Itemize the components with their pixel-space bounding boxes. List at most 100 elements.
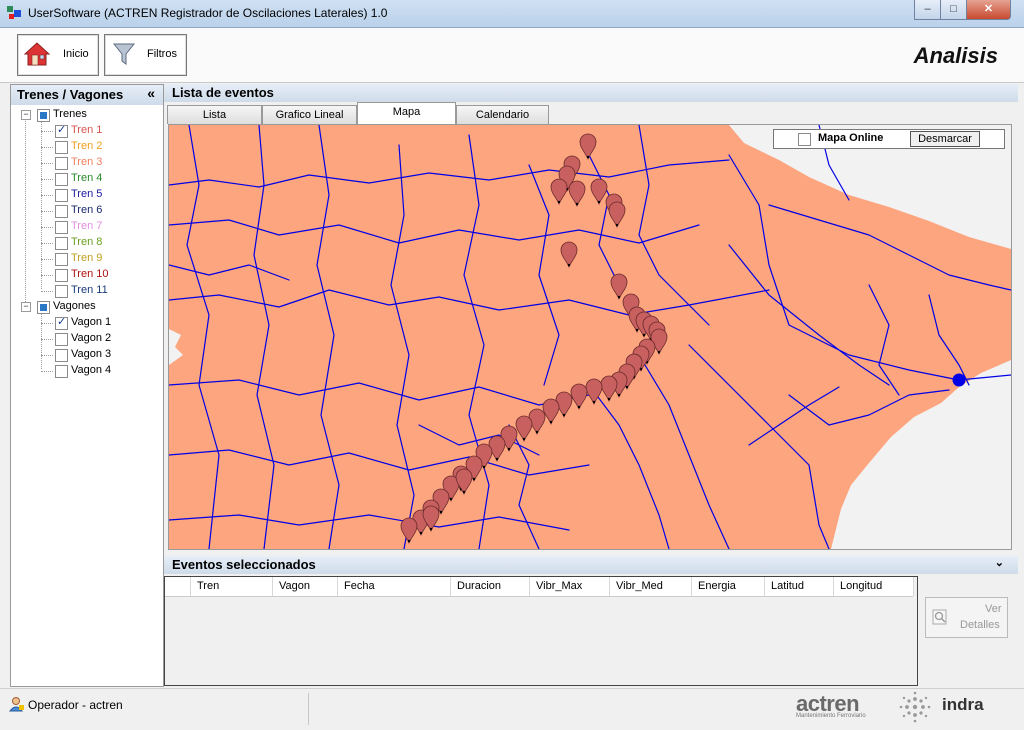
- vagones-checkbox[interactable]: [37, 301, 50, 314]
- close-button[interactable]: ✕: [966, 0, 1011, 20]
- expand-vagones-toggle[interactable]: −: [21, 302, 31, 312]
- item-checkbox[interactable]: [55, 333, 68, 346]
- tree-item-vagon-2[interactable]: Vagon 2: [55, 332, 155, 348]
- column-header-vagon[interactable]: Vagon: [273, 577, 338, 596]
- events-list-title: Lista de eventos: [172, 85, 274, 100]
- funnel-icon: [113, 43, 135, 65]
- events-list-header: Lista de eventos: [164, 84, 1018, 102]
- item-checkbox[interactable]: [55, 365, 68, 378]
- grid-header: Tren Vagon Fecha Duracion Vibr_Max Vibr_Med En…: [165, 577, 914, 597]
- minimize-button[interactable]: –: [914, 0, 941, 20]
- tree-item-label: Tren 2: [71, 140, 103, 152]
- operator-label: Operador - actren: [28, 698, 123, 712]
- tab-calendario[interactable]: Calendario: [456, 105, 549, 124]
- item-checkbox[interactable]: [55, 237, 68, 250]
- item-checkbox[interactable]: [55, 285, 68, 298]
- column-header-tren[interactable]: Tren: [191, 577, 273, 596]
- item-checkbox[interactable]: [55, 141, 68, 154]
- tree-item-label: Tren 8: [71, 236, 103, 248]
- magnifier-icon: [932, 609, 947, 625]
- desmarcar-button[interactable]: Desmarcar: [910, 131, 980, 147]
- column-header-vibr-max[interactable]: Vibr_Max: [530, 577, 610, 596]
- item-checkbox[interactable]: [55, 349, 68, 362]
- item-checkbox[interactable]: [55, 173, 68, 186]
- map-view[interactable]: Mapa Online Desmarcar: [168, 124, 1012, 550]
- tree-item-tren-5[interactable]: Tren 5: [55, 188, 155, 204]
- map-online-box: Mapa Online Desmarcar: [773, 129, 1005, 149]
- tab-mapa[interactable]: Mapa: [357, 102, 456, 125]
- tree-item-tren-6[interactable]: Tren 6: [55, 204, 155, 220]
- tree-item-tren-1[interactable]: Tren 1: [55, 123, 155, 140]
- tree-item-tren-2[interactable]: Tren 2: [55, 140, 155, 156]
- tree-item-tren-7[interactable]: Tren 7: [55, 220, 155, 236]
- collapse-selected-button[interactable]: ⌄: [995, 556, 1004, 569]
- app-icon: [7, 6, 21, 19]
- indra-logo: indra: [942, 695, 984, 714]
- trains-wagons-panel: Trenes / Vagones « − Trenes Tren 1 Tren 2…: [10, 84, 164, 687]
- tree-node-vagones[interactable]: Vagones: [37, 300, 157, 316]
- tree-item-vagon-1[interactable]: Vagon 1: [55, 315, 155, 332]
- grid-select-column[interactable]: [165, 577, 191, 596]
- tree-item-label: Vagon 2: [71, 332, 112, 344]
- tree-item-label: Tren 5: [71, 188, 103, 200]
- tree-item-label: Tren 7: [71, 220, 103, 232]
- item-checkbox[interactable]: [55, 205, 68, 218]
- indra-dots-icon: [899, 691, 931, 723]
- view-details-button[interactable]: Ver Detalles: [925, 597, 1008, 638]
- user-icon: [9, 697, 24, 712]
- home-button[interactable]: Inicio: [17, 34, 99, 76]
- tree-item-label: Tren 6: [71, 204, 103, 216]
- tree-item-tren-11[interactable]: Tren 11: [55, 284, 155, 300]
- item-checkbox[interactable]: [55, 189, 68, 202]
- tab-lista[interactable]: Lista: [167, 105, 262, 124]
- tree-item-tren-10[interactable]: Tren 10: [55, 268, 155, 284]
- tree-item-label: Tren 10: [71, 268, 109, 280]
- expand-trenes-toggle[interactable]: −: [21, 110, 31, 120]
- tree-node-label: Vagones: [53, 300, 96, 312]
- tree-item-tren-8[interactable]: Tren 8: [55, 236, 155, 252]
- tree-item-label: Vagon 1: [71, 316, 112, 328]
- column-header-fecha[interactable]: Fecha: [338, 577, 451, 596]
- home-label: Inicio: [63, 48, 89, 60]
- item-checkbox[interactable]: [55, 269, 68, 282]
- tree-item-vagon-3[interactable]: Vagon 3: [55, 348, 155, 364]
- status-bar: Operador - actren actren Mantenimiento F…: [0, 688, 1024, 730]
- item-checkbox[interactable]: [55, 157, 68, 170]
- tree-item-tren-9[interactable]: Tren 9: [55, 252, 155, 268]
- item-checkbox[interactable]: [55, 221, 68, 234]
- tree-item-label: Tren 9: [71, 252, 103, 264]
- panel-title: Trenes / Vagones: [17, 87, 124, 102]
- tree-node-trenes[interactable]: Trenes: [37, 108, 157, 124]
- collapse-panel-button[interactable]: «: [147, 85, 155, 101]
- page-heading: Analisis: [913, 43, 998, 68]
- trenes-checkbox[interactable]: [37, 109, 50, 122]
- column-header-longitud[interactable]: Longitud: [834, 577, 914, 596]
- item-checkbox[interactable]: [55, 315, 68, 330]
- selected-events-title: Eventos seleccionados: [172, 557, 316, 572]
- tree-item-tren-4[interactable]: Tren 4: [55, 172, 155, 188]
- events-grid[interactable]: Tren Vagon Fecha Duracion Vibr_Max Vibr_Med En…: [164, 576, 918, 686]
- city-marker: [952, 373, 966, 387]
- column-header-duracion[interactable]: Duracion: [451, 577, 530, 596]
- map-canvas[interactable]: [169, 125, 1011, 549]
- toolbar: Inicio Filtros Analisis: [0, 28, 1024, 83]
- column-header-latitud[interactable]: Latitud: [765, 577, 834, 596]
- tree-item-label: Tren 4: [71, 172, 103, 184]
- item-checkbox[interactable]: [55, 123, 68, 138]
- home-icon: [24, 42, 50, 66]
- maximize-button[interactable]: □: [940, 0, 967, 20]
- tree-item-vagon-4[interactable]: Vagon 4: [55, 364, 155, 380]
- column-header-vibr-med[interactable]: Vibr_Med: [610, 577, 692, 596]
- tree-item-label: Vagon 3: [71, 348, 112, 360]
- column-header-energia[interactable]: Energia: [692, 577, 765, 596]
- tab-grafico-lineal[interactable]: Grafico Lineal: [262, 105, 357, 124]
- tree-item-tren-3[interactable]: Tren 3: [55, 156, 155, 172]
- actren-logo: actren Mantenimiento Ferroviario: [788, 691, 893, 723]
- tree-view: − Trenes Tren 1 Tren 2 Tren 3 Tren 4 Tren 5 T…: [11, 105, 163, 685]
- filters-label: Filtros: [147, 48, 177, 60]
- panel-header: Trenes / Vagones «: [11, 85, 163, 105]
- item-checkbox[interactable]: [55, 253, 68, 266]
- filters-button[interactable]: Filtros: [104, 34, 187, 76]
- tree-item-label: Tren 1: [71, 124, 103, 136]
- map-online-checkbox[interactable]: [798, 133, 811, 146]
